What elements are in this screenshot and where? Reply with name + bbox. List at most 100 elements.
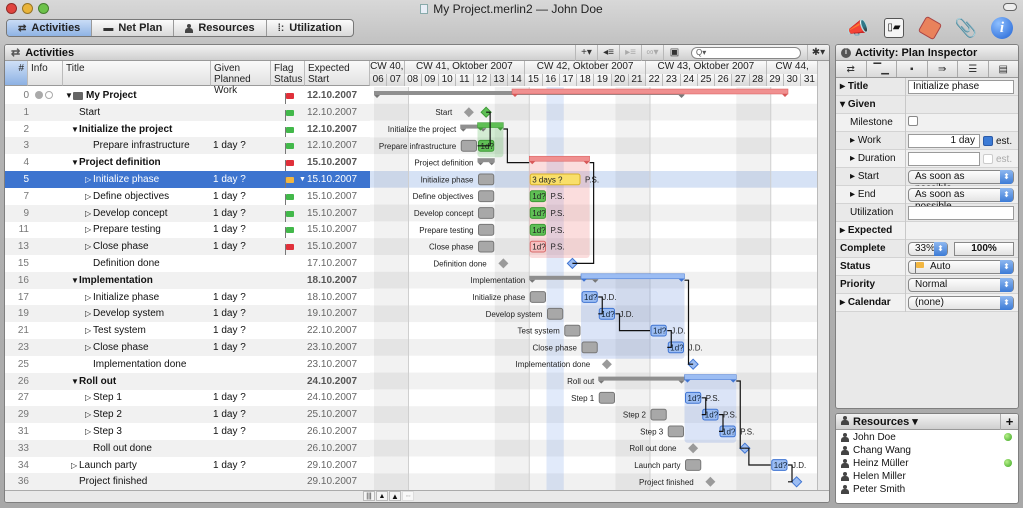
column-header-info[interactable]: Info	[28, 61, 63, 86]
tab-utilization[interactable]: ⁞: Utilization	[267, 20, 353, 36]
column-header-flag-status[interactable]: Flag Status	[271, 61, 305, 86]
row-title[interactable]: Project definition	[79, 154, 161, 171]
planned-work[interactable]: 1 day ?	[213, 137, 246, 154]
add-resource-button[interactable]: +	[1000, 414, 1018, 430]
planned-work[interactable]: 1 day ?	[213, 188, 246, 205]
table-row[interactable]: 31 ▷ Step 3 1 day ? 26.10.2007	[5, 423, 370, 440]
disclosure-icon[interactable]: ▸	[840, 225, 848, 236]
planned-work[interactable]: 1 day ?	[213, 423, 246, 440]
row-title[interactable]: Roll out	[79, 373, 116, 390]
title-field[interactable]: Initialize phase	[908, 80, 1014, 94]
info-icon[interactable]: i	[989, 15, 1015, 41]
zoom-in-button[interactable]: ▲	[389, 491, 401, 501]
calendar-popup[interactable]: (none)	[908, 296, 1014, 310]
planned-work[interactable]: 1 day ?	[213, 322, 246, 339]
row-title[interactable]: Launch party	[79, 457, 137, 474]
row-title[interactable]: Step 1	[93, 389, 122, 406]
disclosure-icon[interactable]: ▸	[840, 297, 848, 308]
complete-100-button[interactable]: 100%	[954, 242, 1014, 256]
row-title[interactable]: Close phase	[93, 238, 149, 255]
outdent-button[interactable]: ◂≡	[597, 45, 619, 61]
browser-icon[interactable]: ▯▰	[881, 15, 907, 41]
row-title[interactable]: Define objectives	[93, 188, 169, 205]
resource-item[interactable]: Peter Smith	[836, 483, 1018, 496]
disclosure-triangle-icon[interactable]: ▷	[71, 457, 77, 474]
table-row[interactable]: 23 ▷ Close phase 1 day ? 23.10.2007	[5, 339, 370, 356]
disclosure-triangle-icon[interactable]: ▼	[71, 121, 79, 138]
planned-work[interactable]: 1 day ?	[213, 305, 246, 322]
table-row[interactable]: 1 Start 12.10.2007	[5, 103, 370, 121]
disclosure-triangle-icon[interactable]: ▷	[85, 339, 91, 356]
megaphone-icon[interactable]: 📣	[845, 15, 871, 41]
row-title[interactable]: Initialize phase	[93, 171, 159, 188]
planned-work[interactable]: 1 day ?	[213, 205, 246, 222]
table-row[interactable]: 27 ▷ Step 1 1 day ? 24.10.2007	[5, 389, 370, 406]
row-title[interactable]: Test system	[93, 322, 146, 339]
gear-icon[interactable]: ✱▾	[807, 45, 829, 61]
table-row[interactable]: 4 ▼ Project definition 15.10.2007	[5, 154, 370, 172]
zoom-out-button[interactable]: ▲	[376, 491, 388, 501]
table-row[interactable]: 16 ▼ Implementation 18.10.2007	[5, 271, 370, 289]
status-popup[interactable]: Auto	[908, 260, 1014, 274]
complete-popup[interactable]: 33%	[908, 242, 948, 256]
disclosure-triangle-icon[interactable]: ▷	[85, 188, 91, 205]
disclosure-icon[interactable]: ▸	[850, 189, 858, 200]
disclosure-triangle-icon[interactable]: ▷	[85, 406, 91, 423]
table-row[interactable]: 5 ▷ Initialize phase 1 day ? ▼ 15.10.2007	[5, 171, 370, 188]
planned-work[interactable]: 1 day ?	[213, 171, 246, 188]
zoom-fit-button[interactable]: ◦◦	[402, 491, 414, 501]
add-activity-button[interactable]: +▾	[575, 45, 597, 61]
disclosure-triangle-icon[interactable]: ▷	[85, 305, 91, 322]
row-title[interactable]: Project finished	[79, 473, 147, 490]
row-title[interactable]: Initialize phase	[93, 289, 159, 306]
resource-item[interactable]: Heinz Müller	[836, 457, 1018, 470]
table-row[interactable]: 25 Implementation done 23.10.2007	[5, 356, 370, 373]
utilization-field[interactable]	[908, 206, 1014, 220]
tab-resources[interactable]: Resources	[174, 20, 267, 36]
row-title[interactable]: Roll out done	[93, 440, 152, 457]
attachment-icon[interactable]: 📎	[953, 15, 979, 41]
zoom-columns-button[interactable]: |||	[363, 491, 375, 501]
resources-tab-icon[interactable]: ▪	[897, 61, 928, 77]
row-title[interactable]: Develop concept	[93, 205, 168, 222]
disclosure-triangle-icon[interactable]: ▷	[85, 171, 91, 188]
table-row[interactable]: 11 ▷ Prepare testing 1 day ? 15.10.2007	[5, 221, 370, 239]
planned-work[interactable]: 1 day ?	[213, 221, 246, 238]
table-row[interactable]: 7 ▷ Define objectives 1 day ? 15.10.2007	[5, 188, 370, 205]
disclosure-icon[interactable]: ▸	[850, 153, 858, 164]
planned-work[interactable]: 1 day ?	[213, 339, 246, 356]
cost-icon[interactable]: ⇛	[928, 61, 958, 77]
library-icon[interactable]	[917, 15, 943, 41]
planned-work[interactable]: 1 day ?	[213, 389, 246, 406]
row-title[interactable]: Initialize the project	[79, 121, 172, 138]
disclosure-triangle-icon[interactable]: ▷	[85, 389, 91, 406]
dependencies-icon[interactable]: ▔▁	[867, 61, 897, 77]
planned-work[interactable]: 1 day ?	[213, 289, 246, 306]
search-field[interactable]: Q▾	[691, 47, 801, 59]
row-title[interactable]: Definition done	[93, 255, 160, 272]
disclosure-triangle-icon[interactable]: ▼	[71, 272, 79, 289]
resources-menu[interactable]: Resources ▾	[853, 416, 918, 428]
disclosure-triangle-icon[interactable]: ▷	[85, 238, 91, 255]
row-title[interactable]: Develop system	[93, 305, 164, 322]
chevron-down-icon[interactable]: ▼	[299, 171, 306, 188]
row-title[interactable]: My Project	[86, 87, 137, 104]
disclosure-triangle-icon[interactable]: ▼	[71, 154, 79, 171]
table-row[interactable]: 0 ▼ My Project 12.10.2007	[5, 87, 370, 104]
row-title[interactable]: Implementation done	[93, 356, 186, 373]
disclosure-triangle-icon[interactable]: ▼	[71, 373, 79, 390]
notes-list-icon[interactable]: ☰	[958, 61, 989, 77]
disclosure-triangle-icon[interactable]: ▼	[65, 87, 73, 104]
tab-net-plan[interactable]: ▬ Net Plan	[92, 20, 175, 36]
disclosure-triangle-icon[interactable]: ▷	[85, 322, 91, 339]
disclosure-triangle-icon[interactable]: ▷	[85, 221, 91, 238]
table-row[interactable]: 15 Definition done 17.10.2007	[5, 255, 370, 272]
table-row[interactable]: 13 ▷ Close phase 1 day ? 15.10.2007	[5, 238, 370, 256]
disclosure-triangle-icon[interactable]: ▷	[85, 423, 91, 440]
table-row[interactable]: 36 Project finished 29.10.2007	[5, 473, 370, 491]
vertical-scrollbar[interactable]	[817, 61, 829, 491]
row-title[interactable]: Prepare infrastructure	[93, 137, 190, 154]
disclosure-icon[interactable]: ▾	[840, 99, 848, 110]
activity-icon[interactable]: ⇄	[836, 61, 867, 77]
start-popup[interactable]: As soon as possible	[908, 170, 1014, 194]
